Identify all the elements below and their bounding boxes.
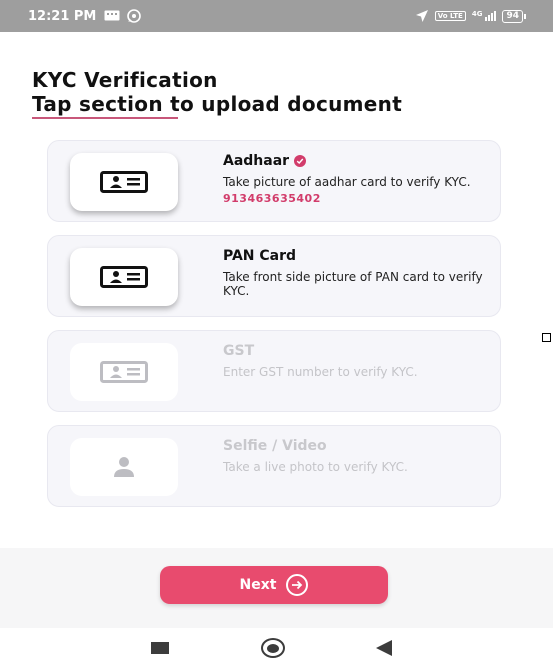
id-card-icon xyxy=(100,171,148,193)
gst-thumbnail xyxy=(70,343,178,401)
aadhaar-thumbnail xyxy=(70,153,178,211)
verified-check-icon xyxy=(294,155,307,167)
location-arrow-icon xyxy=(415,10,428,22)
id-card-icon xyxy=(100,266,148,288)
signal-icon: 4G xyxy=(472,11,497,21)
system-nav-bar xyxy=(0,628,553,664)
selfie-title: Selfie / Video xyxy=(223,438,327,454)
status-bar: 12:21 PM Vo LTE 4G 94 xyxy=(0,0,553,32)
recents-icon[interactable] xyxy=(151,642,169,654)
page-title: KYC Verification Tap section to upload d… xyxy=(32,68,402,116)
gst-description: Enter GST number to verify KYC. xyxy=(223,365,418,379)
pan-title: PAN Card xyxy=(223,248,297,264)
id-card-icon xyxy=(100,361,148,383)
aadhaar-description: Take picture of aadhar card to verify KY… xyxy=(223,175,471,189)
aadhaar-title: Aadhaar xyxy=(223,153,290,169)
selfie-description: Take a live photo to verify KYC. xyxy=(223,460,408,474)
volte-icon: Vo LTE xyxy=(434,11,466,21)
pan-thumbnail xyxy=(70,248,178,306)
selfie-thumbnail xyxy=(70,438,178,496)
back-icon[interactable] xyxy=(376,640,392,656)
home-icon[interactable] xyxy=(261,638,285,658)
pan-card[interactable]: PAN Card Take front side picture of PAN … xyxy=(47,235,501,317)
page-title-main: KYC Verification xyxy=(32,68,218,92)
next-button[interactable]: Next xyxy=(160,566,388,604)
whatsapp-icon xyxy=(127,9,142,23)
gst-title: GST xyxy=(223,343,255,359)
aadhaar-number: 913463635402 xyxy=(223,192,321,205)
aadhaar-card[interactable]: Aadhaar Take picture of aadhar card to v… xyxy=(47,140,501,222)
side-marker xyxy=(542,333,551,342)
gst-card: GST Enter GST number to verify KYC. xyxy=(47,330,501,412)
pan-description: Take front side picture of PAN card to v… xyxy=(223,270,483,298)
title-underline xyxy=(32,117,178,119)
person-icon xyxy=(114,457,134,477)
selfie-video-card: Selfie / Video Take a live photo to veri… xyxy=(47,425,501,507)
status-time: 12:21 PM xyxy=(28,8,97,24)
message-icon xyxy=(104,10,120,21)
next-button-label: Next xyxy=(239,577,277,593)
page-subtitle: Tap section to upload document xyxy=(32,92,403,116)
arrow-right-circle-icon xyxy=(286,574,309,596)
battery-icon: 94 xyxy=(502,9,526,23)
footer: Next xyxy=(0,548,553,628)
network-type: 4G xyxy=(471,10,483,18)
